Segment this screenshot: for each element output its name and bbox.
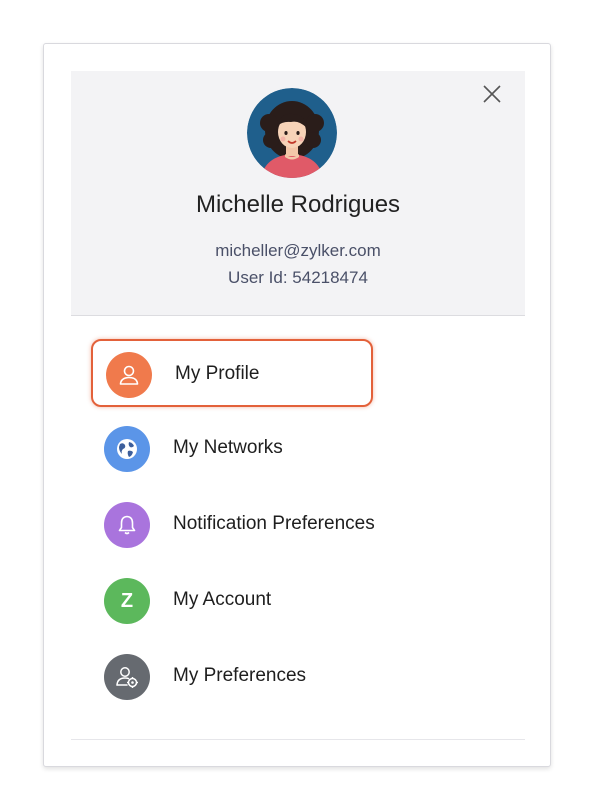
globe-icon: [104, 426, 150, 472]
user-email: micheller@zylker.com: [215, 241, 381, 260]
profile-panel: Michelle Rodrigues micheller@zylker.com …: [43, 43, 551, 767]
user-id: User Id: 54218474: [228, 268, 368, 287]
user-name: Michelle Rodrigues: [195, 191, 401, 218]
close-button[interactable]: [481, 83, 503, 105]
close-icon[interactable]: [481, 83, 503, 105]
menu-item-my-networks[interactable]: My Networks: [91, 415, 373, 483]
menu-item-my-account[interactable]: Z My Account: [91, 567, 373, 635]
menu-item-my-profile[interactable]: My Profile: [91, 339, 373, 407]
user-icon: [106, 352, 152, 398]
avatar: [247, 88, 337, 178]
menu-item-label: My Networks: [173, 437, 283, 458]
bell-icon: [104, 502, 150, 548]
z-icon: Z: [104, 578, 150, 624]
profile-header: Michelle Rodrigues micheller@zylker.com …: [71, 71, 525, 316]
menu-item-label: My Account: [173, 589, 272, 610]
menu-item-label: My Profile: [175, 363, 260, 384]
menu-item-notification-preferences[interactable]: Notification Preferences: [91, 491, 375, 559]
menu-item-label: Notification Preferences: [173, 513, 375, 534]
z-icon-letter: Z: [120, 589, 134, 612]
menu-item-label: My Preferences: [173, 665, 307, 686]
user-settings-icon: [104, 654, 150, 700]
divider: [71, 739, 525, 740]
menu-item-my-preferences[interactable]: My Preferences: [91, 643, 373, 711]
